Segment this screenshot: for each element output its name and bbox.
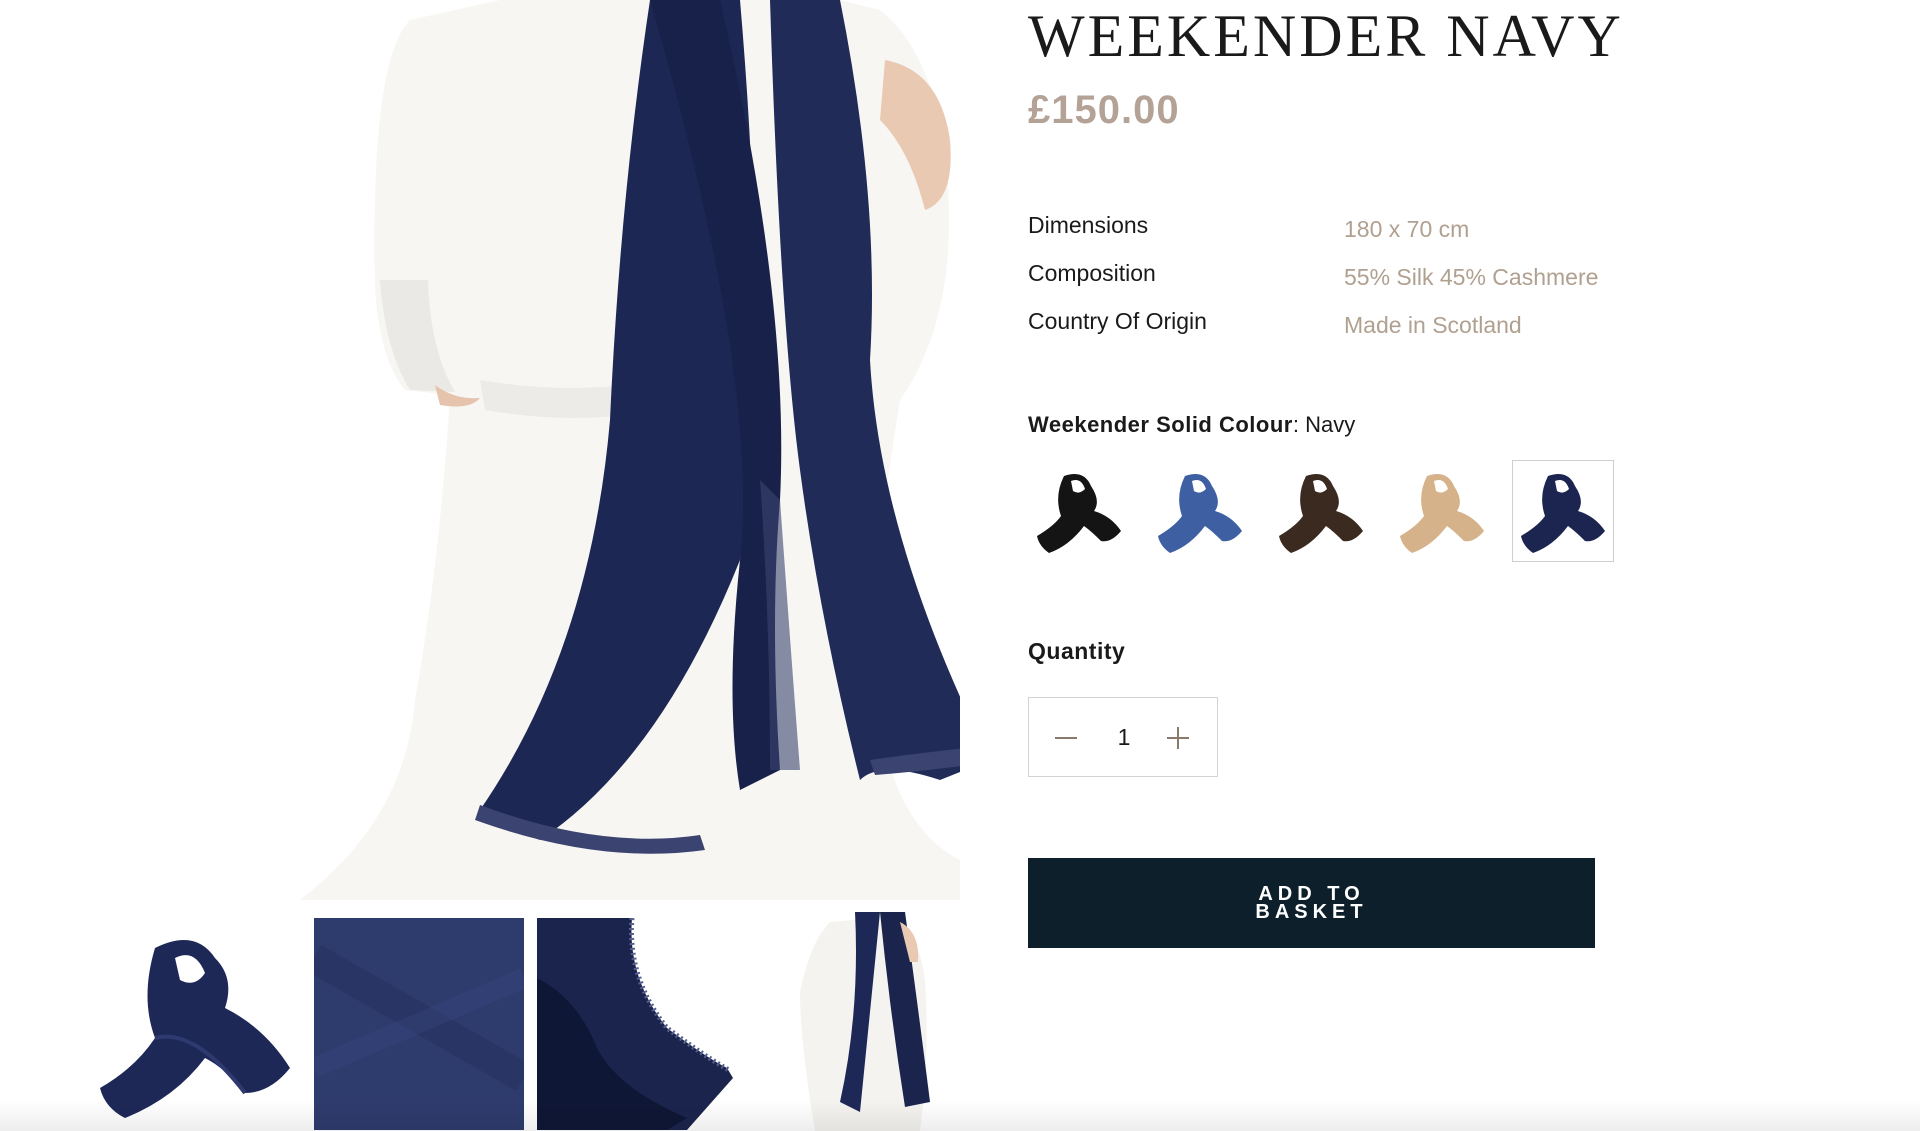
quantity-stepper bbox=[1028, 697, 1218, 777]
swatch-blue[interactable] bbox=[1149, 460, 1251, 562]
selected-colour-name: Navy bbox=[1305, 412, 1356, 437]
colour-heading-label: Weekender Solid Colour bbox=[1028, 412, 1293, 437]
scarf-blue-swatch-icon bbox=[1158, 473, 1242, 553]
product-specs-list: Dimensions 180 x 70 cm Composition 55% S… bbox=[1028, 212, 1628, 356]
add-to-basket-button[interactable]: ADD TO BASKET bbox=[1028, 858, 1595, 948]
swatch-black[interactable] bbox=[1028, 460, 1130, 562]
spec-label: Composition bbox=[1028, 260, 1156, 286]
spec-row-composition: Composition 55% Silk 45% Cashmere bbox=[1028, 260, 1628, 308]
colour-selector-heading: Weekender Solid Colour: Navy bbox=[1028, 412, 1355, 438]
spec-label: Dimensions bbox=[1028, 212, 1149, 238]
thumbnail-model-wearing-scarf[interactable] bbox=[770, 912, 960, 1131]
thumbnail-fringe-detail[interactable] bbox=[537, 918, 733, 1130]
scarf-navy-swatch-icon bbox=[1521, 473, 1605, 553]
product-title: WEEKENDER NAVY bbox=[1028, 3, 1624, 69]
spec-row-dimensions: Dimensions 180 x 70 cm bbox=[1028, 212, 1628, 260]
scarf-brown-swatch-icon bbox=[1279, 473, 1363, 553]
add-to-basket-label: ADD TO BASKET bbox=[1255, 883, 1368, 923]
swatch-navy-selected[interactable] bbox=[1512, 460, 1614, 562]
spec-value: 180 x 70 cm bbox=[1344, 216, 1470, 242]
colour-swatches bbox=[1028, 460, 1628, 564]
thumbnail-fabric-closeup[interactable] bbox=[314, 918, 524, 1130]
spec-label: Country Of Origin bbox=[1028, 308, 1207, 334]
scarf-camel-swatch-icon bbox=[1400, 473, 1484, 553]
decrease-quantity-button[interactable] bbox=[1045, 718, 1085, 758]
colour-heading-separator: : bbox=[1292, 412, 1299, 437]
spec-row-country-of-origin: Country Of Origin Made in Scotland bbox=[1028, 308, 1628, 356]
plus-icon bbox=[1167, 727, 1189, 749]
swatch-camel[interactable] bbox=[1391, 460, 1493, 562]
thumbnail-folded-scarf[interactable] bbox=[95, 918, 291, 1130]
spec-value: 55% Silk 45% Cashmere bbox=[1344, 264, 1599, 290]
spec-value: Made in Scotland bbox=[1344, 312, 1522, 338]
swatch-brown[interactable] bbox=[1270, 460, 1372, 562]
product-price: £150.00 bbox=[1028, 88, 1180, 132]
main-product-image bbox=[180, 0, 960, 900]
increase-quantity-button[interactable] bbox=[1158, 718, 1198, 758]
scarf-black-swatch-icon bbox=[1037, 473, 1121, 553]
quantity-label: Quantity bbox=[1028, 638, 1126, 664]
minus-icon bbox=[1055, 737, 1077, 739]
quantity-input[interactable] bbox=[1099, 720, 1149, 754]
